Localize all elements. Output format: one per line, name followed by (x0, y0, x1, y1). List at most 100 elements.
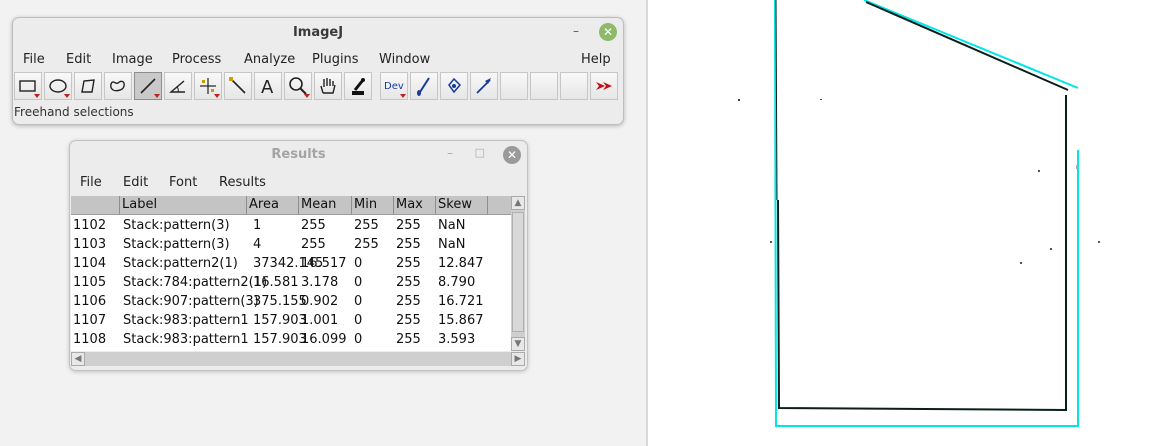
freehand-tool[interactable] (104, 72, 132, 100)
results-table[interactable]: Label Area Mean Min Max Skew 1102 Stack:p… (71, 196, 511, 351)
menu-plugins[interactable]: Plugins (312, 52, 359, 67)
table-cell: NaN (438, 237, 466, 252)
table-cell: 0 (354, 313, 363, 328)
rectangle-tool[interactable] (14, 72, 42, 100)
column-header-min[interactable]: Min (352, 196, 394, 214)
brush-tool[interactable] (410, 72, 438, 100)
table-row[interactable]: 1108 Stack:983:pattern1 157.903 16.099 0 255 3… (71, 330, 511, 349)
speck (1076, 165, 1078, 169)
point-tool[interactable] (194, 72, 222, 100)
more-tools-button[interactable] (590, 72, 618, 100)
dev-menu-tool[interactable]: Dev (380, 72, 408, 100)
imagej-menubar: File Edit Image Process Analyze Plugins … (13, 48, 623, 70)
results-window: Results – □ ✕ File Edit Font Results Lab… (69, 140, 528, 371)
scroll-right-icon[interactable]: ▶ (511, 352, 525, 366)
table-cell: 1 (253, 218, 262, 233)
menu-window[interactable]: Window (379, 52, 430, 67)
empty-tool-slot[interactable] (560, 72, 588, 100)
vertical-scrollbar[interactable]: ▲ ▼ (511, 196, 525, 351)
menu-edit[interactable]: Edit (66, 52, 91, 67)
menu-process[interactable]: Process (172, 52, 221, 67)
dev-menu-label: Dev (384, 81, 404, 92)
column-header-index[interactable] (71, 196, 120, 214)
scroll-up-icon[interactable]: ▲ (511, 196, 525, 210)
table-row[interactable]: 1106 Stack:907:pattern(3) 375.155 0.902 0 255… (71, 292, 511, 311)
table-cell: 1105 (73, 275, 107, 290)
shape-outline-drawing (738, 0, 1100, 427)
image-canvas[interactable] (648, 0, 1149, 446)
table-cell: 12.847 (438, 256, 484, 271)
table-cell: 1106 (73, 294, 107, 309)
menu-file[interactable]: File (23, 52, 45, 67)
horizontal-scrollbar[interactable]: ◀ ▶ (71, 352, 525, 366)
imagej-window: ImageJ – ✕ File Edit Image Process Analy… (12, 17, 624, 125)
table-cell: Stack:907:pattern(3) (123, 294, 259, 309)
dark-outline (777, 95, 1067, 412)
scroll-left-icon[interactable]: ◀ (71, 352, 85, 366)
table-row[interactable]: 1107 Stack:983:pattern1 157.903 1.001 0 255 15… (71, 311, 511, 330)
table-row[interactable]: 1105 Stack:784:pattern2(1) 16.581 3.178 0 255… (71, 273, 511, 292)
table-cell: Stack:983:pattern1 (123, 332, 249, 347)
column-header-mean[interactable]: Mean (299, 196, 352, 214)
column-header-max[interactable]: Max (394, 196, 436, 214)
table-row[interactable]: 1103 Stack:pattern(3) 4 255 255 255 NaN (71, 235, 511, 254)
color-picker-tool[interactable] (344, 72, 372, 100)
magnifier-tool[interactable] (284, 72, 312, 100)
table-cell: 255 (396, 294, 421, 309)
flood-fill-tool[interactable] (440, 72, 468, 100)
results-minimize-button[interactable]: – (447, 146, 453, 160)
results-menu-results[interactable]: Results (219, 175, 266, 190)
table-cell: 255 (396, 332, 421, 347)
results-maximize-button[interactable]: □ (475, 146, 485, 159)
table-cell: 1102 (73, 218, 107, 233)
table-cell: 0 (354, 275, 363, 290)
results-menu-edit[interactable]: Edit (123, 175, 148, 190)
scrollbar-thumb[interactable] (512, 212, 524, 332)
column-header-area[interactable]: Area (247, 196, 299, 214)
menu-analyze[interactable]: Analyze (244, 52, 295, 67)
scroll-down-icon[interactable]: ▼ (511, 337, 525, 351)
close-button[interactable]: ✕ (599, 23, 617, 41)
empty-tool-slot[interactable] (530, 72, 558, 100)
table-cell: 0.902 (301, 294, 339, 309)
results-menubar: File Edit Font Results (70, 172, 527, 192)
angle-tool[interactable] (164, 72, 192, 100)
speck (1020, 262, 1022, 264)
dark-roof-edge (865, 1, 1069, 91)
text-tool[interactable]: A (254, 72, 282, 100)
table-cell: 16.517 (301, 256, 347, 271)
arrow-tool[interactable] (470, 72, 498, 100)
table-cell: 16.721 (438, 294, 484, 309)
table-cell: Stack:pattern(3) (123, 237, 230, 252)
status-bar: Freehand selections (14, 105, 134, 119)
column-header-skew[interactable]: Skew (436, 196, 488, 214)
table-cell: 1.001 (301, 313, 339, 328)
flood-fill-icon (448, 77, 462, 94)
line-tool[interactable] (134, 72, 162, 100)
menu-image[interactable]: Image (112, 52, 153, 67)
column-header-label[interactable]: Label (120, 196, 247, 214)
table-row[interactable]: 1102 Stack:pattern(3) 1 255 255 255 NaN (71, 216, 511, 235)
table-cell: 0 (354, 332, 363, 347)
table-cell: 1103 (73, 237, 107, 252)
oval-tool[interactable] (44, 72, 72, 100)
table-cell: 1104 (73, 256, 107, 271)
wand-tool[interactable] (224, 72, 252, 100)
table-cell: 4 (253, 237, 262, 252)
results-menu-font[interactable]: Font (169, 175, 197, 190)
table-row[interactable]: 1104 Stack:pattern2(1) 37342.145 16.517 0 255… (71, 254, 511, 273)
results-menu-file[interactable]: File (80, 175, 102, 190)
table-header: Label Area Mean Min Max Skew (71, 196, 511, 215)
angle-icon (169, 80, 185, 93)
hand-tool[interactable] (314, 72, 342, 100)
minimize-button[interactable]: – (569, 24, 583, 38)
results-close-button[interactable]: ✕ (503, 146, 521, 164)
results-title: Results (271, 147, 326, 162)
table-cell: 1108 (73, 332, 107, 347)
menu-help[interactable]: Help (581, 52, 611, 67)
table-cell: Stack:pattern(3) (123, 218, 230, 233)
table-cell: 255 (354, 237, 379, 252)
polygon-tool[interactable] (74, 72, 102, 100)
empty-tool-slot[interactable] (500, 72, 528, 100)
table-cell: Stack:784:pattern2(1) (123, 275, 268, 290)
